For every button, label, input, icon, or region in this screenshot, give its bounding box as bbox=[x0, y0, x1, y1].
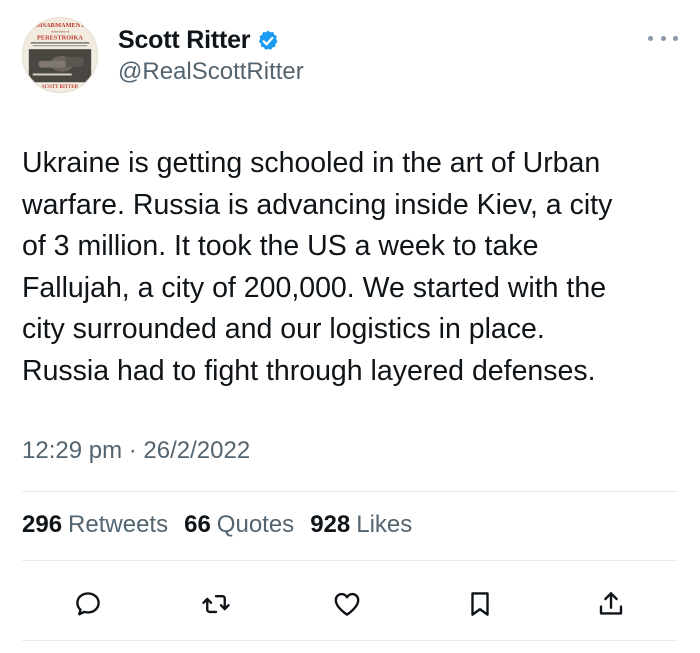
tweet-card: DISARMAMENT in the time of PERESTROIKA S… bbox=[0, 0, 700, 653]
book-cover-avatar-image: DISARMAMENT in the time of PERESTROIKA S… bbox=[23, 18, 97, 92]
more-dot-icon bbox=[648, 35, 653, 41]
more-options-button[interactable] bbox=[648, 28, 678, 48]
divider bbox=[22, 560, 678, 561]
quotes-stat[interactable]: 66 Quotes bbox=[184, 511, 294, 539]
svg-text:in the time of: in the time of bbox=[51, 30, 70, 34]
likes-stat[interactable]: 928 Likes bbox=[310, 511, 412, 539]
author-handle[interactable]: @RealScottRitter bbox=[118, 58, 304, 86]
avatar[interactable]: DISARMAMENT in the time of PERESTROIKA S… bbox=[22, 17, 98, 93]
svg-text:DISARMAMENT: DISARMAMENT bbox=[35, 22, 85, 29]
verified-badge-icon bbox=[259, 30, 278, 50]
quotes-count: 66 bbox=[184, 511, 211, 538]
like-icon bbox=[334, 592, 360, 616]
quotes-label: Quotes bbox=[216, 511, 295, 538]
reply-button[interactable] bbox=[68, 584, 108, 624]
likes-count: 928 bbox=[310, 511, 351, 538]
likes-label: Likes bbox=[356, 511, 413, 538]
share-icon bbox=[599, 592, 623, 615]
author-name-row[interactable]: Scott Ritter bbox=[118, 26, 280, 55]
action-bar bbox=[0, 584, 700, 624]
like-button[interactable] bbox=[327, 584, 367, 624]
bookmark-button[interactable] bbox=[460, 584, 500, 624]
display-name[interactable]: Scott Ritter bbox=[118, 26, 251, 55]
svg-text:SCOTT RITTER: SCOTT RITTER bbox=[42, 85, 79, 90]
retweets-stat[interactable]: 296 Retweets bbox=[22, 511, 168, 539]
bookmark-icon bbox=[471, 592, 489, 616]
svg-text:PERESTROIKA: PERESTROIKA bbox=[37, 34, 83, 41]
retweet-icon bbox=[202, 594, 230, 614]
tweet-timestamp[interactable]: 12:29 pm · 26/2/2022 bbox=[22, 437, 250, 465]
retweets-label: Retweets bbox=[68, 511, 169, 538]
reply-icon bbox=[76, 592, 100, 616]
retweets-count: 296 bbox=[22, 511, 63, 538]
divider bbox=[22, 491, 678, 492]
retweet-button[interactable] bbox=[196, 584, 236, 624]
more-dot-icon bbox=[660, 35, 666, 41]
engagement-stats: 296 Retweets 66 Quotes 928 Likes bbox=[22, 511, 412, 539]
tweet-text: Ukraine is getting schooled in the art o… bbox=[22, 147, 613, 387]
more-dot-icon bbox=[673, 35, 678, 41]
divider bbox=[22, 640, 678, 641]
share-button[interactable] bbox=[591, 584, 631, 624]
